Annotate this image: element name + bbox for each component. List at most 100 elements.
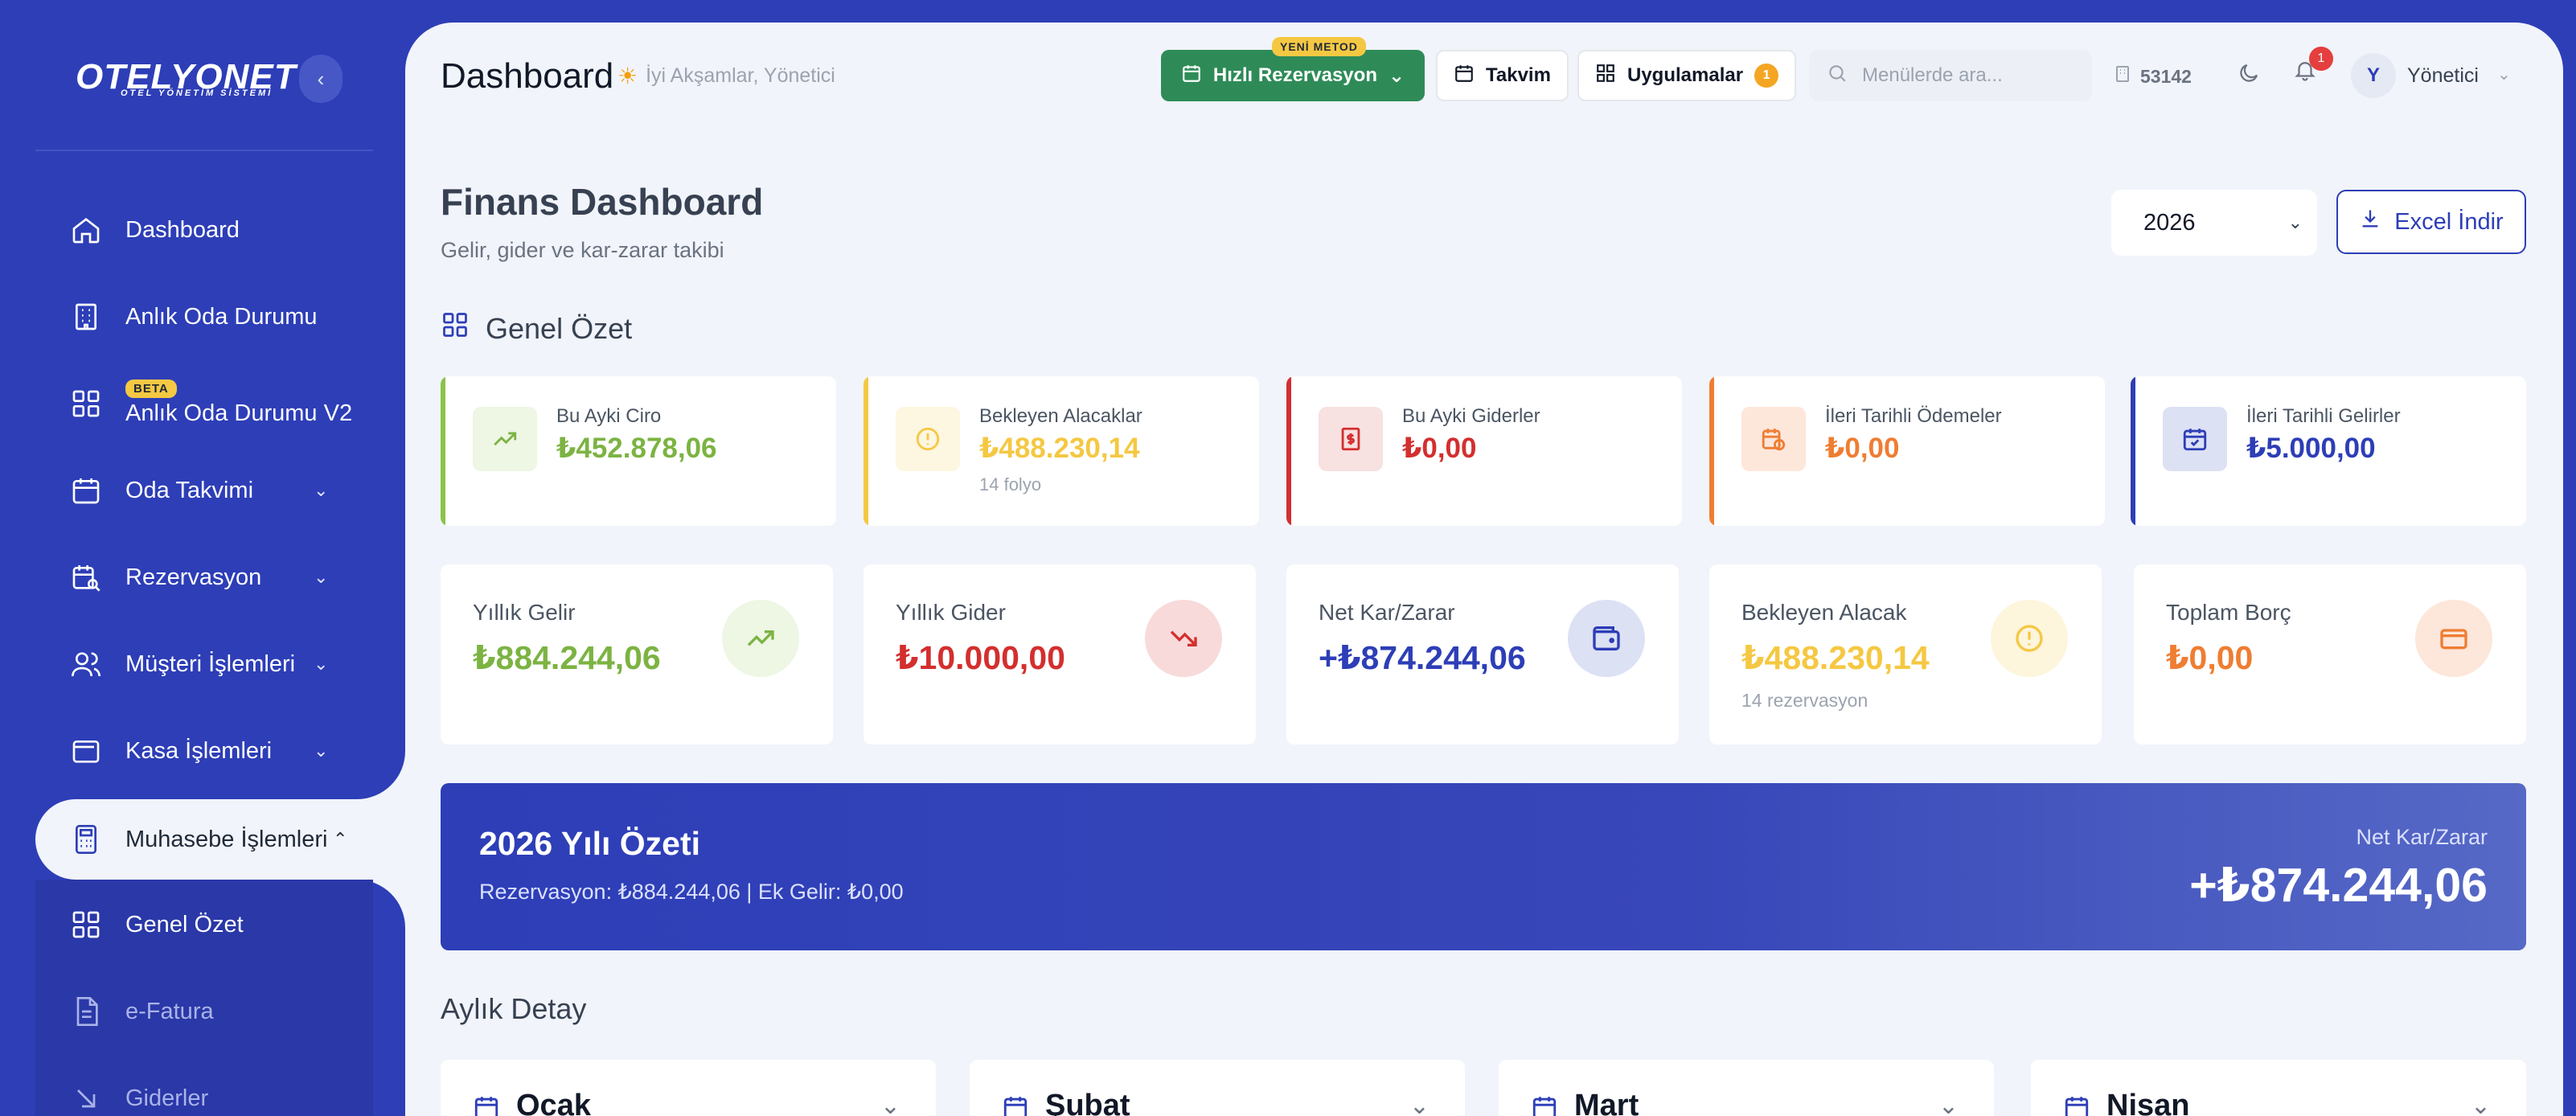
summary-card-future-payments: İleri Tarihli Ödemeler ₺0,00 (1709, 376, 2105, 526)
sidebar-item-room-status-v2[interactable]: BETA Anlık Oda Durumu V2 (35, 367, 373, 441)
grid-icon (68, 385, 105, 422)
wallet-icon (68, 732, 105, 769)
topbar: Dashboard ☀ İyi Akşamlar, Yönetici Hızlı… (405, 23, 2563, 127)
submenu-item-label: Genel Özet (125, 911, 244, 938)
submenu-item-label: e-Fatura (125, 998, 214, 1024)
download-icon (2359, 207, 2381, 236)
calendar-check-icon (2163, 407, 2227, 471)
home-icon (68, 211, 105, 248)
moon-icon[interactable] (2237, 61, 2261, 92)
sidebar-item-reservation[interactable]: Rezervasyon ⌄ (35, 540, 373, 614)
sidebar-item-cash[interactable]: Kasa İşlemleri ⌄ (35, 714, 373, 788)
chevron-left-icon: ‹ (317, 66, 325, 91)
submenu-item-expenses[interactable]: Giderler (35, 1058, 373, 1116)
sidebar-item-label: Kasa İşlemleri (125, 737, 273, 764)
summary-card-monthly-expenses: Bu Ayki Giderler ₺0,00 (1286, 376, 1682, 526)
quick-reservation-label: Hızlı Rezervasyon (1212, 64, 1377, 86)
grid-icon (1595, 63, 1616, 89)
calendar-clock-icon (1741, 407, 1806, 471)
card-value: ₺0,00 (1402, 433, 1477, 464)
card-label: Bu Ayki Ciro (556, 405, 662, 427)
card-label: Bekleyen Alacaklar (979, 405, 1142, 427)
finance-subtitle: Gelir, gider ve kar-zarar takibi (441, 238, 724, 262)
card-value: ₺488.230,14 (1741, 639, 1930, 676)
chevron-down-icon[interactable]: ⌄ (880, 1092, 900, 1116)
card-label: İleri Tarihli Gelirler (2246, 405, 2401, 427)
sidebar-item-room-status[interactable]: Anlık Oda Durumu (35, 280, 373, 354)
card-accent (441, 376, 445, 526)
card-accent (863, 376, 868, 526)
year-select[interactable]: 2026 ⌄ (2111, 190, 2317, 256)
calendar-icon (1002, 1093, 1029, 1116)
sidebar-item-label: Rezervasyon (125, 564, 262, 590)
notification-badge: 1 (2309, 47, 2333, 71)
excel-button-label: Excel İndir (2394, 208, 2504, 235)
year-select-value: 2026 (2143, 209, 2196, 236)
sidebar-item-customers[interactable]: Müşteri İşlemleri ⌄ (35, 627, 373, 701)
card-value: ₺5.000,00 (2246, 433, 2376, 464)
month-card[interactable]: Nisan ⌄ (2031, 1060, 2526, 1116)
chevron-down-icon: ⌄ (2287, 212, 2303, 232)
apps-button[interactable]: Uygulamalar 1 (1577, 50, 1797, 101)
menu-search-input[interactable]: Menülerde ara... (1809, 50, 2092, 101)
banner-detail: Rezervasyon: ₺884.244,06 | Ek Gelir: ₺0,… (479, 880, 904, 904)
alert-circle-icon (1991, 600, 2068, 677)
calendar-button-label: Takvim (1486, 64, 1551, 86)
quick-reservation-button[interactable]: Hızlı Rezervasyon ⌄ (1161, 50, 1425, 101)
sidebar-item-dashboard[interactable]: Dashboard (35, 193, 373, 267)
banner-net-label: Net Kar/Zarar (2356, 825, 2488, 849)
greeting-text: İyi Akşamlar, Yönetici (646, 64, 835, 87)
stat-card-total-debt: Toplam Borç ₺0,00 (2134, 564, 2526, 745)
chevron-down-icon[interactable]: ⌄ (2497, 64, 2511, 84)
arrow-down-right-icon (68, 1080, 105, 1116)
card-accent (1286, 376, 1291, 526)
calendar-icon (1531, 1093, 1558, 1116)
user-name[interactable]: Yönetici (2407, 64, 2479, 88)
month-name: Mart (1574, 1089, 1639, 1116)
month-name: Şubat (1045, 1089, 1130, 1116)
search-placeholder: Menülerde ara... (1862, 64, 2003, 86)
submenu-item-overview[interactable]: Genel Özet (35, 884, 373, 965)
section-general-summary: Genel Özet (441, 310, 632, 347)
calendar-icon (2063, 1093, 2090, 1116)
stat-card-annual-income: Yıllık Gelir ₺884.244,06 (441, 564, 833, 745)
chevron-down-icon[interactable]: ⌄ (2471, 1092, 2491, 1116)
month-card[interactable]: Ocak ⌄ (441, 1060, 936, 1116)
chevron-down-icon[interactable]: ⌄ (1938, 1092, 1959, 1116)
sidebar-item-room-calendar[interactable]: Oda Takvimi ⌄ (35, 453, 373, 527)
calendar-button[interactable]: Takvim (1436, 50, 1569, 101)
chevron-up-icon: ⌃ (333, 829, 348, 849)
apps-count-badge: 1 (1754, 64, 1779, 88)
chevron-down-icon: ⌄ (1388, 64, 1405, 87)
excel-download-button[interactable]: Excel İndir (2336, 190, 2526, 254)
card-accent (2131, 376, 2135, 526)
trending-down-icon (1145, 600, 1222, 677)
sidebar-collapse-button[interactable]: ‹ (299, 55, 343, 103)
beta-badge: BETA (125, 380, 177, 398)
submenu-item-einvoice[interactable]: e-Fatura (35, 971, 373, 1052)
chevron-down-icon[interactable]: ⌄ (1409, 1092, 1430, 1116)
month-card[interactable]: Mart ⌄ (1499, 1060, 1994, 1116)
card-value: ₺0,00 (1825, 433, 1900, 464)
hotel-id-value: 53142 (2140, 65, 2192, 87)
sidebar-item-label: Müşteri İşlemleri (125, 650, 296, 677)
logo-subtitle: OTEL YÖNETİM SİSTEMİ (121, 88, 273, 98)
avatar[interactable]: Y (2351, 53, 2396, 98)
month-card[interactable]: Şubat ⌄ (970, 1060, 1465, 1116)
invoice-dollar-icon (1319, 407, 1383, 471)
stat-card-pending-receivable: Bekleyen Alacak ₺488.230,14 14 rezervasy… (1709, 564, 2102, 745)
card-accent (1709, 376, 1714, 526)
calendar-icon (473, 1093, 500, 1116)
sidebar-item-accounting[interactable]: Muhasebe İşlemleri ⌃ (35, 799, 405, 880)
card-subtext: 14 folyo (979, 474, 1042, 494)
alert-circle-icon (896, 407, 960, 471)
trending-up-icon (722, 600, 799, 677)
year-summary-banner: 2026 Yılı Özeti Rezervasyon: ₺884.244,06… (441, 783, 2526, 950)
calculator-icon (68, 821, 105, 858)
calendar-icon (68, 472, 105, 509)
wallet-icon (1568, 600, 1645, 677)
stat-card-annual-expense: Yıllık Gider ₺10.000,00 (863, 564, 1256, 745)
card-value: ₺0,00 (2166, 639, 2254, 676)
card-value: +₺874.244,06 (1319, 639, 1526, 676)
card-subtext: 14 rezervasyon (1741, 690, 1868, 711)
